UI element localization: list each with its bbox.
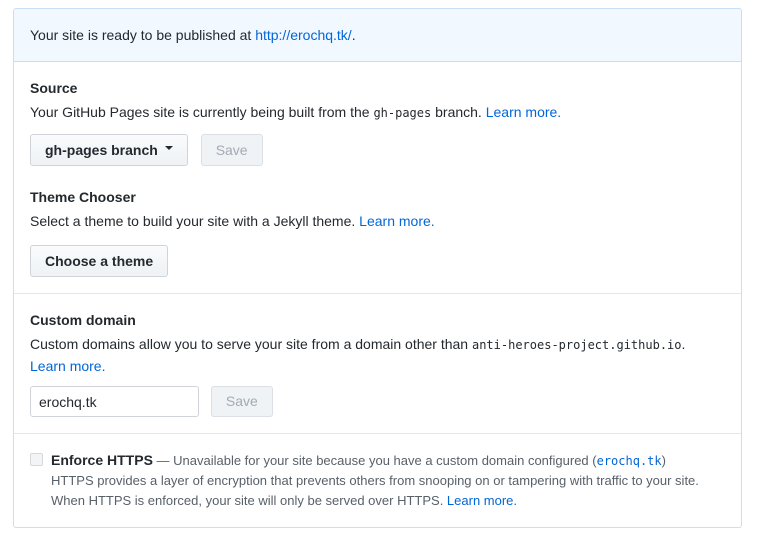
- source-desc-text-2: branch.: [431, 104, 486, 120]
- choose-theme-button[interactable]: Choose a theme: [30, 245, 169, 277]
- theme-chooser-heading: Theme Chooser: [30, 189, 136, 205]
- custom-domain-save-button[interactable]: Save: [210, 386, 273, 417]
- domain-learn-more-link[interactable]: Learn more.: [30, 358, 105, 374]
- enforce-https-note: — Unavailable for your site because you …: [152, 453, 597, 468]
- https-description-line1: HTTPS provides a layer of encryption tha…: [51, 473, 699, 488]
- source-theme-section: Source Your GitHub Pages site is current…: [14, 62, 741, 293]
- publish-ready-banner: Your site is ready to be published at ht…: [13, 8, 742, 62]
- theme-desc-text: Select a theme to build your site with a…: [30, 213, 360, 229]
- banner-text-period: .: [351, 27, 356, 43]
- enforce-https-label: Enforce HTTPS: [51, 452, 153, 468]
- pages-settings-box: Source Your GitHub Pages site is current…: [13, 62, 742, 528]
- custom-domain-description: Custom domains allow you to serve your s…: [30, 334, 725, 377]
- branch-select-dropdown[interactable]: gh-pages branch: [30, 134, 188, 166]
- enforce-https-row: Enforce HTTPS — Unavailable for your sit…: [30, 450, 725, 511]
- default-domain-code: anti-heroes-project.github.io: [471, 338, 682, 352]
- https-description-line2: When HTTPS is enforced, your site will o…: [51, 491, 699, 511]
- source-learn-more-link[interactable]: Learn more.: [486, 104, 561, 120]
- dropdown-caret-icon: [164, 146, 173, 154]
- source-heading: Source: [30, 80, 78, 96]
- source-description: Your GitHub Pages site is currently bein…: [30, 102, 725, 124]
- https-desc2-text: When HTTPS is enforced, your site will o…: [51, 493, 447, 508]
- theme-chooser-description: Select a theme to build your site with a…: [30, 211, 725, 232]
- enforce-https-content: Enforce HTTPS — Unavailable for your sit…: [51, 450, 699, 511]
- enforce-https-label-line: Enforce HTTPS — Unavailable for your sit…: [51, 450, 699, 471]
- branch-name-code: gh-pages: [373, 106, 432, 120]
- enforce-https-checkbox[interactable]: [30, 453, 43, 466]
- custom-domain-section: Custom domain Custom domains allow you t…: [14, 293, 741, 433]
- theme-learn-more-link[interactable]: Learn more.: [359, 213, 434, 229]
- enforce-https-section: Enforce HTTPS — Unavailable for your sit…: [14, 433, 741, 527]
- branch-dropdown-label: gh-pages branch: [45, 142, 158, 158]
- published-url-link[interactable]: http://erochq.tk/: [255, 27, 352, 43]
- domain-desc-text: Custom domains allow you to serve your s…: [30, 336, 472, 352]
- custom-domain-heading: Custom domain: [30, 312, 136, 328]
- https-learn-more-link[interactable]: Learn more.: [447, 493, 517, 508]
- domain-desc-text-2: .: [681, 336, 686, 352]
- source-desc-text: Your GitHub Pages site is currently bein…: [30, 104, 374, 120]
- banner-text: Your site is ready to be published at: [30, 27, 256, 43]
- source-save-button[interactable]: Save: [200, 134, 263, 166]
- github-pages-settings: Your site is ready to be published at ht…: [13, 8, 742, 528]
- custom-domain-input[interactable]: [30, 386, 199, 417]
- https-domain-link[interactable]: erochq.tk: [597, 454, 662, 468]
- source-controls: gh-pages branch Save: [30, 134, 725, 166]
- custom-domain-controls: Save: [30, 386, 725, 417]
- enforce-https-note-close: ): [661, 453, 666, 468]
